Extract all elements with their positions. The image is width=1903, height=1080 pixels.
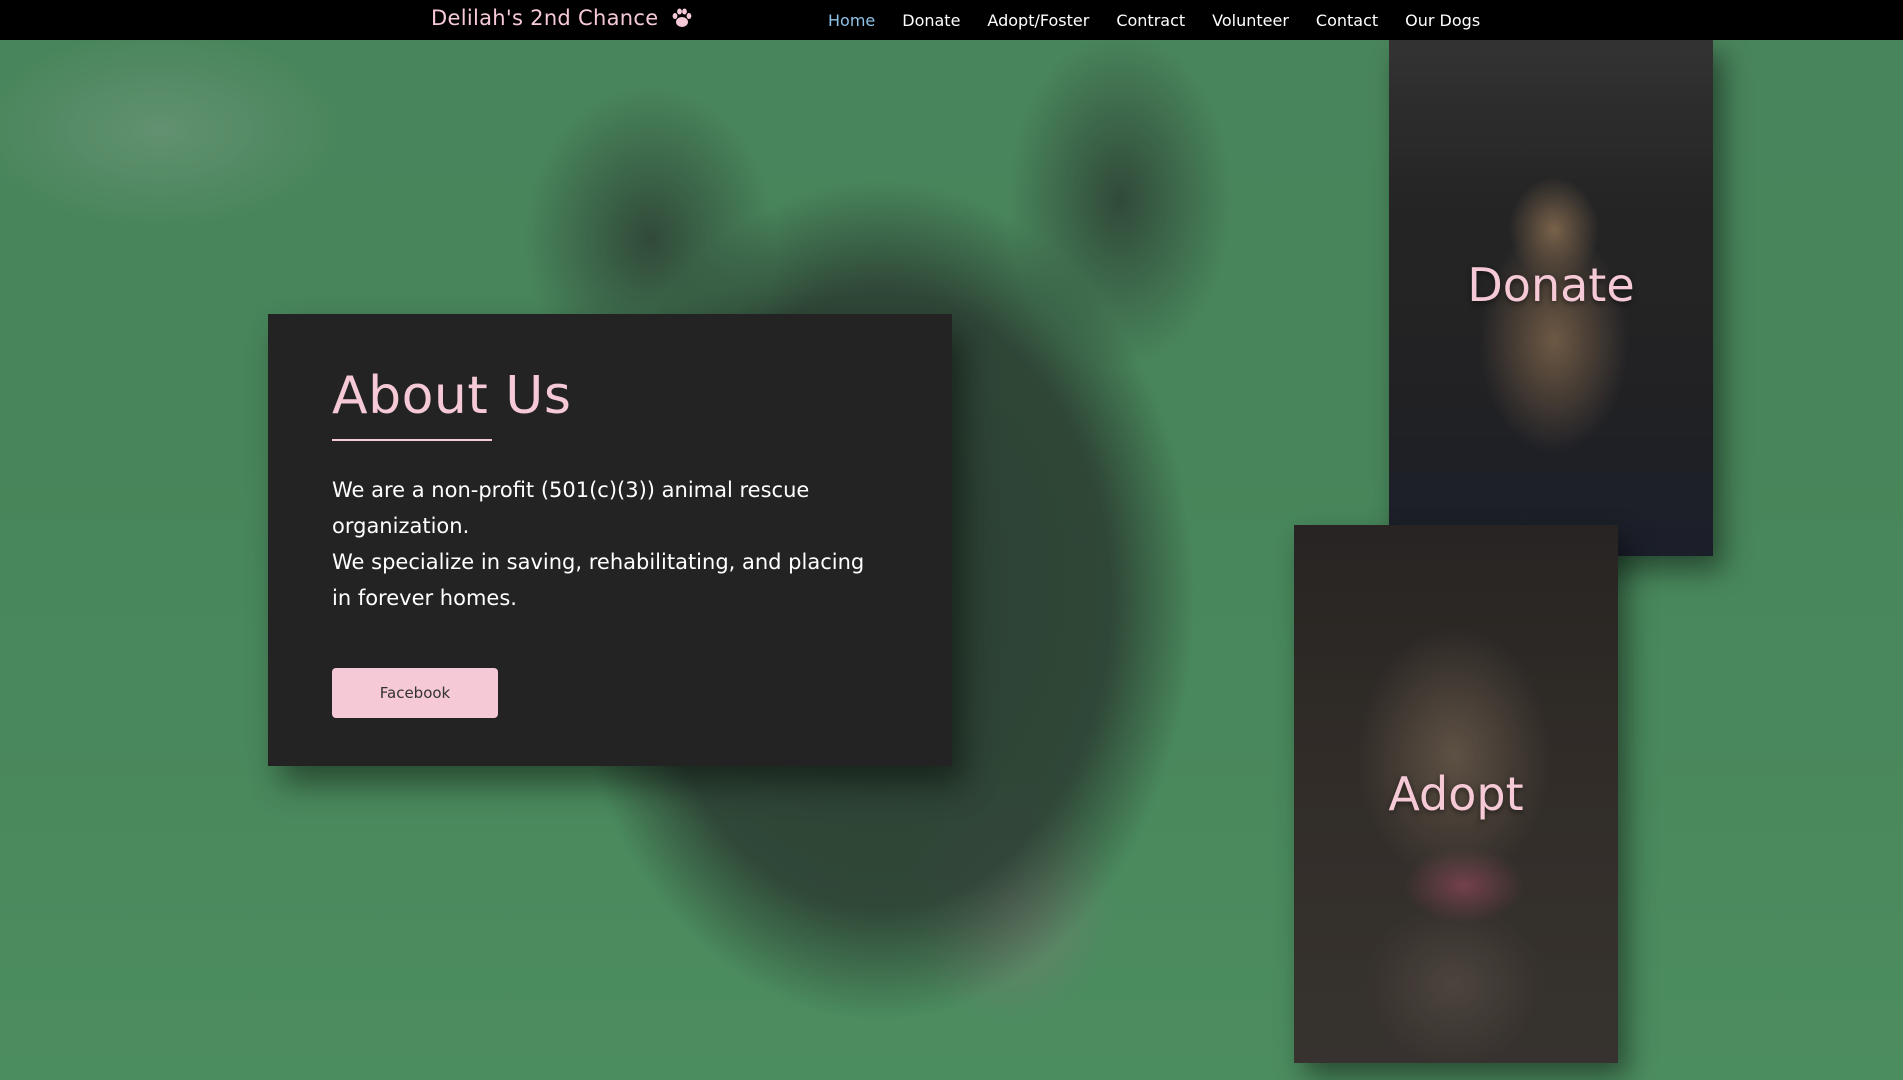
nav-link-volunteer[interactable]: Volunteer [1212,11,1289,30]
nav-link-contract[interactable]: Contract [1116,11,1185,30]
about-title: About Us [332,366,572,426]
donate-tile[interactable]: Donate [1389,40,1713,556]
brand-name: Delilah's 2nd Chance [431,6,659,30]
nav-link-donate[interactable]: Donate [902,11,960,30]
page: Delilah's 2nd Chance Home Donate Adopt/F… [0,0,1903,1080]
title-underline [332,439,492,441]
nav-links: Home Donate Adopt/Foster Contract Volunt… [828,0,1480,40]
about-paragraph: We are a non-profit (501(c)(3)) animal r… [332,478,810,538]
about-paragraph: We specialize in saving, rehabilitating,… [332,550,865,610]
adopt-tile[interactable]: Adopt [1294,525,1618,1063]
navbar: Delilah's 2nd Chance Home Donate Adopt/F… [0,0,1903,40]
nav-link-adopt-foster[interactable]: Adopt/Foster [987,11,1089,30]
nav-link-our-dogs[interactable]: Our Dogs [1405,11,1480,30]
about-description: We are a non-profit (501(c)(3)) animal r… [332,472,872,616]
brand-logo[interactable]: Delilah's 2nd Chance [431,6,694,30]
about-card: About Us We are a non-profit (501(c)(3))… [268,314,952,766]
paw-icon [670,6,694,30]
nav-link-contact[interactable]: Contact [1316,11,1378,30]
adopt-tile-label: Adopt [1388,767,1524,821]
facebook-button[interactable]: Facebook [332,668,498,718]
donate-tile-label: Donate [1467,258,1635,312]
nav-link-home[interactable]: Home [828,11,875,30]
